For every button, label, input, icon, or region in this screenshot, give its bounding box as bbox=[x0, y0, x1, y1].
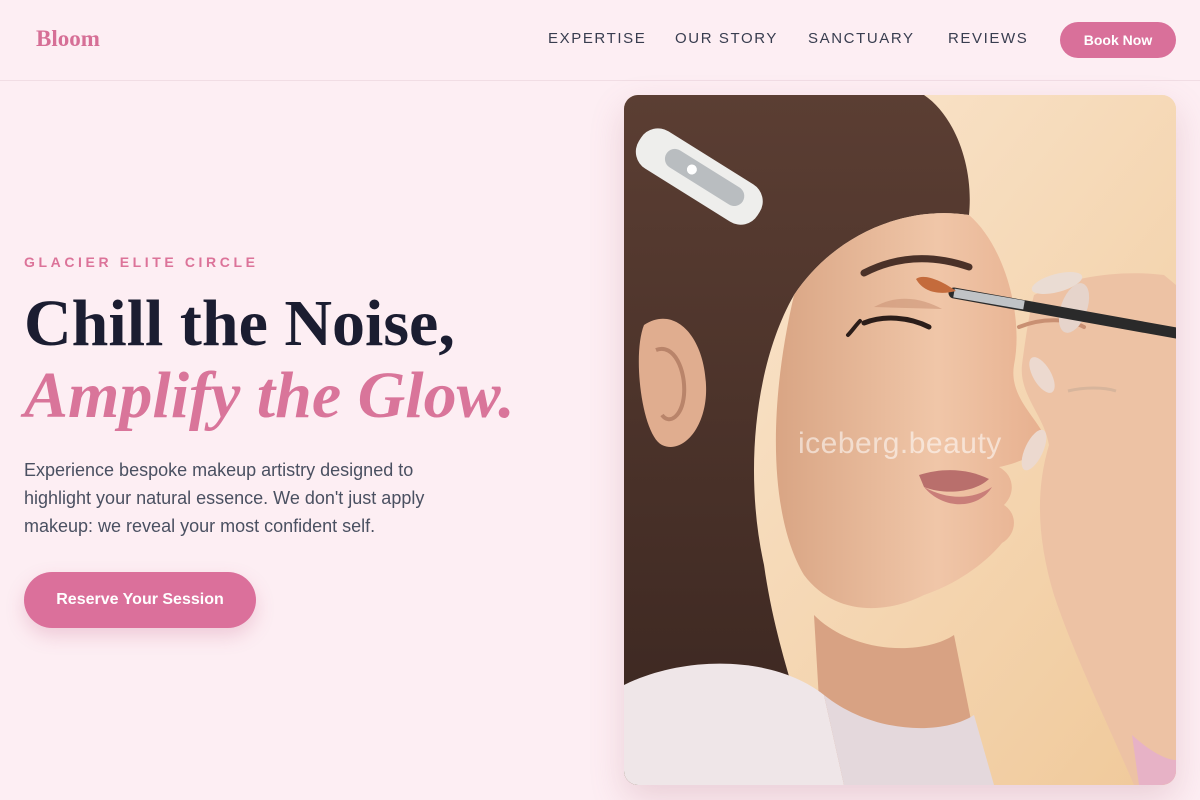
nav-link-expertise[interactable]: EXPERTISE bbox=[548, 30, 646, 47]
hero-description: Experience bespoke makeup artistry desig… bbox=[24, 460, 425, 536]
book-now-button[interactable]: Book Now bbox=[1060, 22, 1176, 58]
nav-link-our-story[interactable]: OUR STORY bbox=[675, 30, 778, 47]
nav-link-reviews[interactable]: REVIEWS bbox=[948, 30, 1028, 47]
top-navigation-bar: Bloom EXPERTISE OUR STORY SANCTUARY REVI… bbox=[0, 0, 1200, 81]
hero-photo: iceberg.beauty bbox=[624, 95, 1176, 785]
headline-line-2: Amplify the Glow. bbox=[24, 359, 515, 432]
hero-eyebrow: GLACIER ELITE CIRCLE bbox=[24, 254, 259, 270]
headline-line-1: Chill the Noise, bbox=[24, 287, 455, 360]
reserve-session-button[interactable]: Reserve Your Session bbox=[24, 572, 256, 628]
main-nav: EXPERTISE OUR STORY SANCTUARY REVIEWS bbox=[0, 30, 1200, 50]
nav-link-sanctuary[interactable]: SANCTUARY bbox=[808, 30, 915, 47]
image-watermark: iceberg.beauty bbox=[798, 427, 1002, 460]
